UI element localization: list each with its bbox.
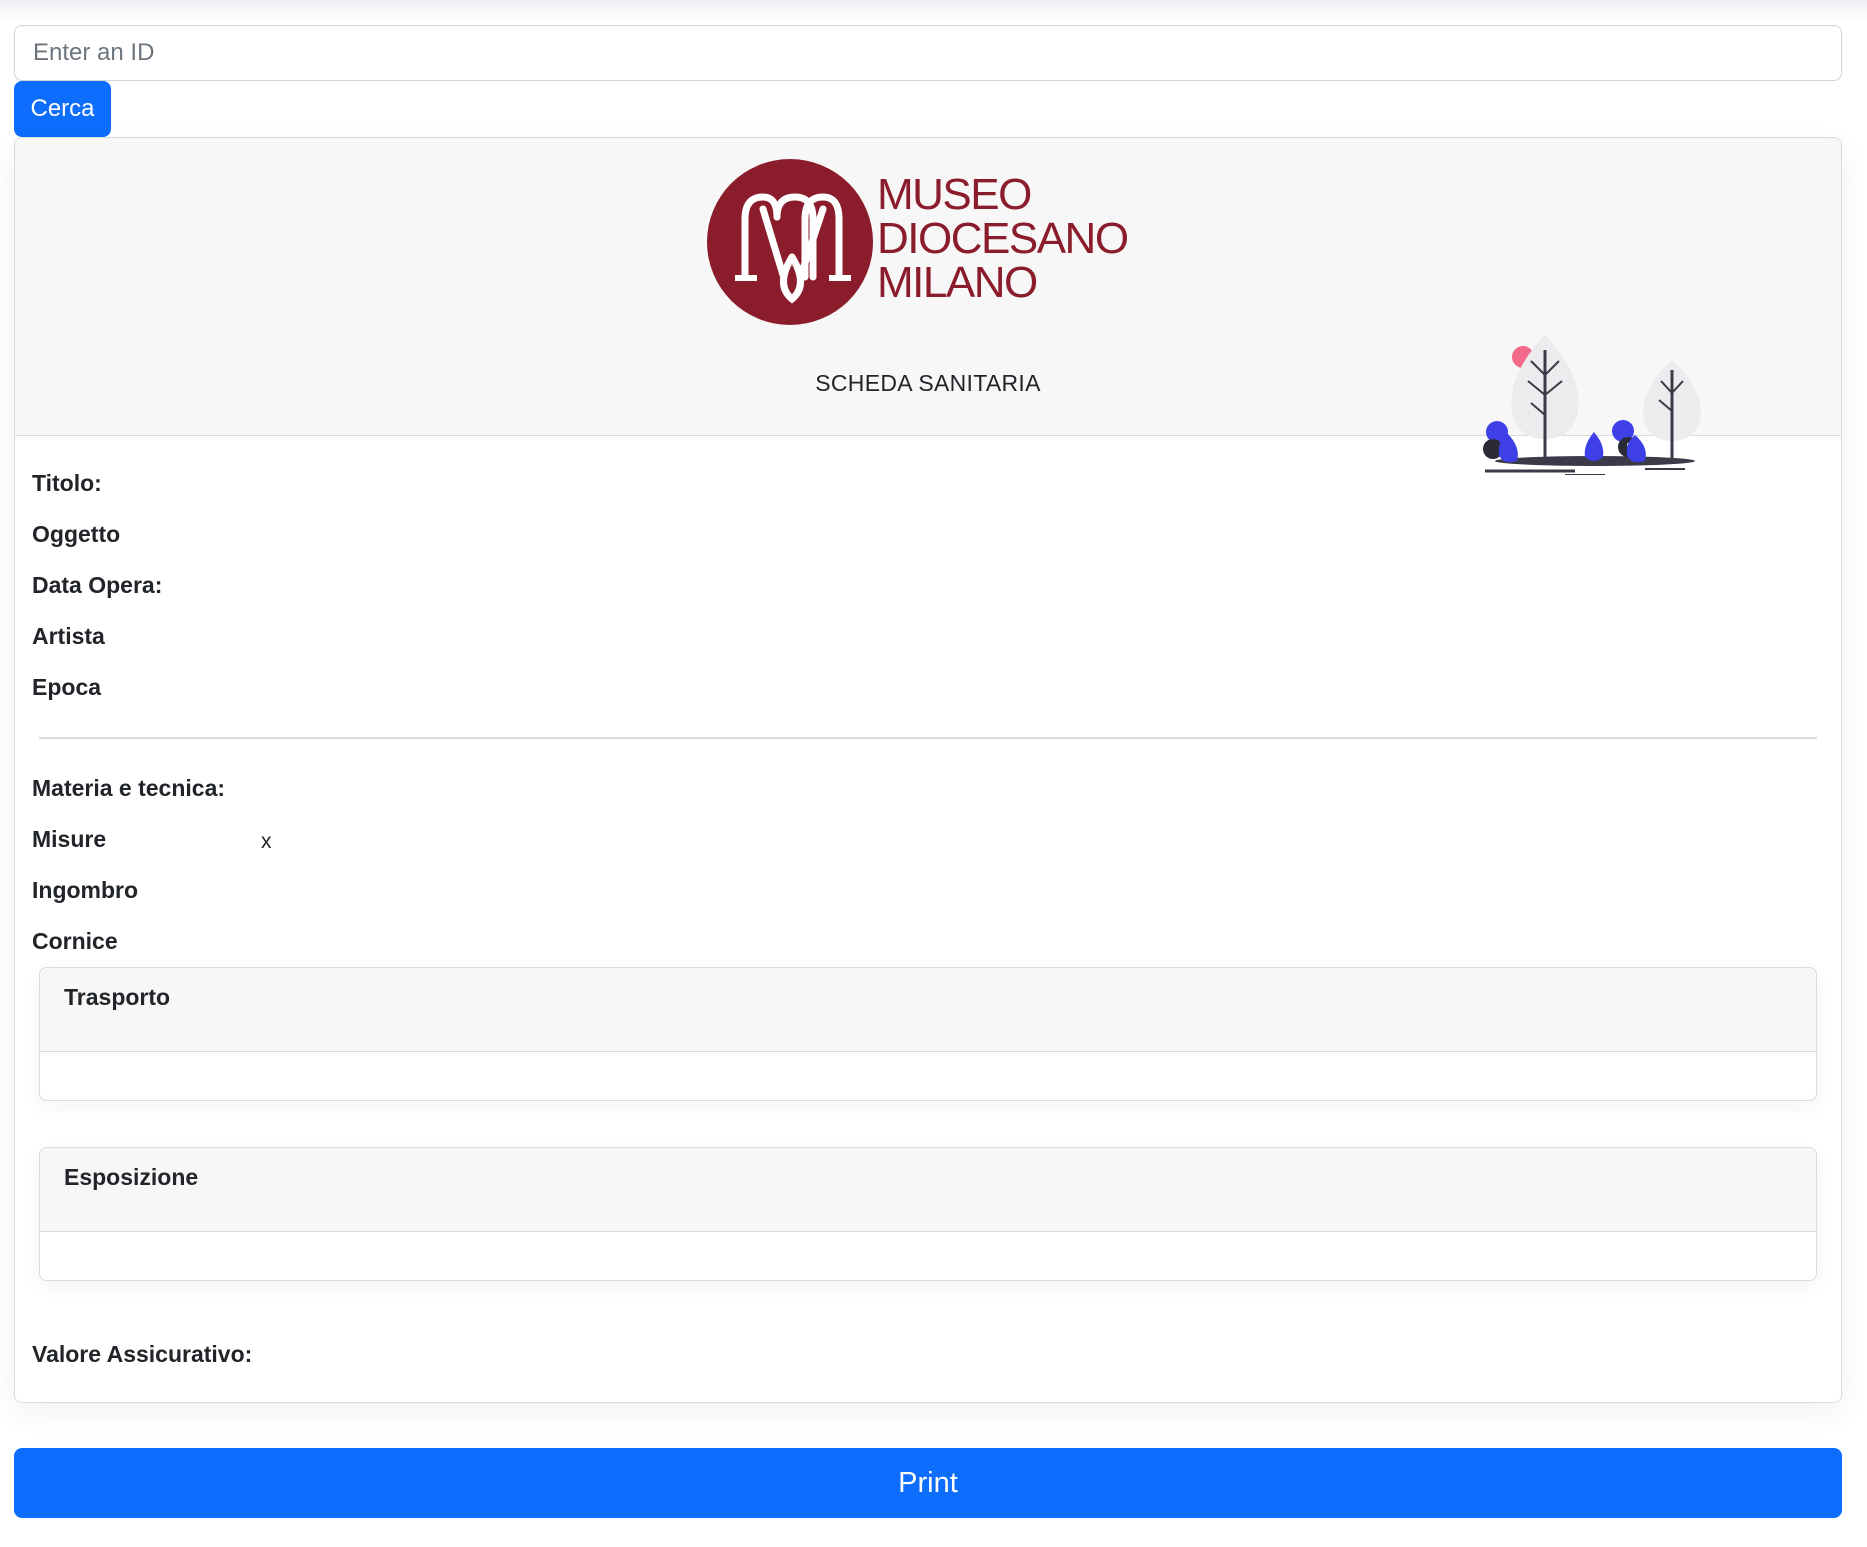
field-materia-tecnica: Materia e tecnica: (32, 775, 226, 801)
section-divider (39, 737, 1817, 739)
print-button[interactable]: Print (14, 1448, 1842, 1518)
esposizione-panel: Esposizione (39, 1147, 1817, 1281)
misure-separator: x (261, 830, 272, 853)
trasporto-panel: Trasporto (39, 967, 1817, 1101)
id-search-input[interactable] (14, 25, 1842, 81)
field-data-opera: Data Opera: (32, 572, 163, 598)
field-artista: Artista (32, 623, 105, 649)
logo-wordmark: MUSEO DIOCESANO MILANO (877, 170, 1129, 307)
field-epoca: Epoca (32, 674, 102, 700)
field-ingombro: Ingombro (32, 877, 139, 903)
field-titolo: Titolo: (32, 470, 102, 496)
field-valore-assicurativo: Valore Assicurativo: (32, 1341, 253, 1367)
trees-illustration (1483, 335, 1701, 475)
esposizione-header: Esposizione (40, 1148, 1816, 1232)
field-cornice: Cornice (32, 928, 118, 954)
trasporto-title: Trasporto (64, 984, 171, 1010)
field-oggetto: Oggetto (32, 521, 121, 547)
top-shadow (0, 0, 1867, 22)
museo-diocesano-logo: MUSEO DIOCESANO MILANO (705, 157, 1165, 327)
logo-emblem-icon (707, 159, 873, 325)
trasporto-header: Trasporto (40, 968, 1816, 1052)
esposizione-title: Esposizione (64, 1164, 199, 1190)
cerca-button[interactable]: Cerca (14, 81, 111, 137)
field-misure: Misure (32, 826, 107, 852)
